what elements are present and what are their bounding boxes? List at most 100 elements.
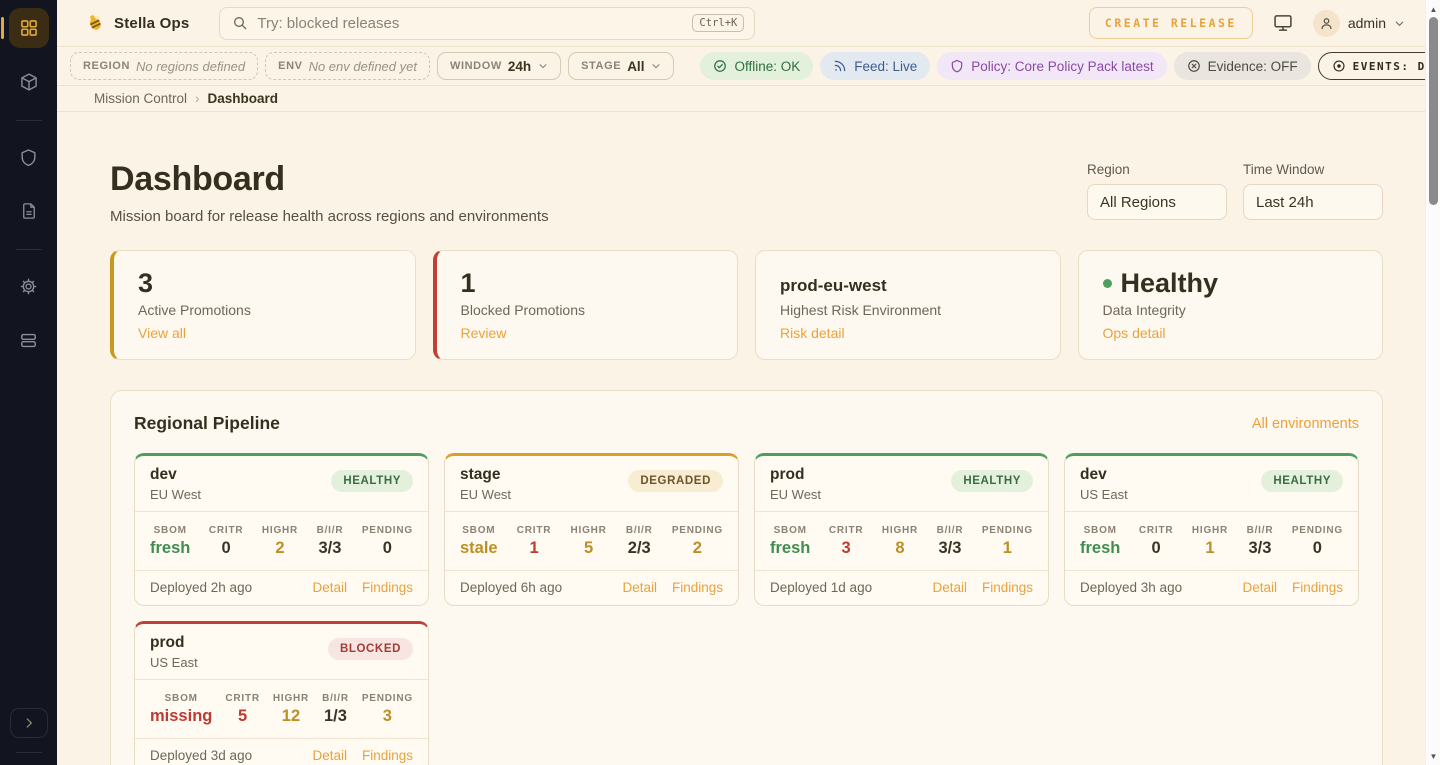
evidence-status-pill: Evidence: OFF xyxy=(1174,52,1311,80)
deployed-label: Deployed 1d ago xyxy=(770,580,872,595)
chip-label: STAGE xyxy=(581,60,621,72)
deployed-label: Deployed 2h ago xyxy=(150,580,252,595)
stat-value: 0 xyxy=(1292,539,1343,558)
stat-value: 2 xyxy=(672,539,723,558)
chip-label: WINDOW xyxy=(450,60,502,72)
chevron-down-icon xyxy=(538,61,548,71)
chip-value: No regions defined xyxy=(136,59,245,74)
stat-value: 3/3 xyxy=(937,539,964,558)
stat-pending: PENDING0 xyxy=(1292,525,1343,558)
user-menu[interactable]: admin xyxy=(1313,10,1405,37)
card-link-detail[interactable]: Detail xyxy=(622,580,657,595)
region-select-value: All Regions xyxy=(1100,194,1176,211)
shield-icon xyxy=(19,148,38,167)
sidebar-item-servers[interactable] xyxy=(9,320,49,360)
stat-value: 3 xyxy=(829,539,864,558)
stat-label: PENDING xyxy=(982,525,1033,536)
stat-label: HIGHR xyxy=(262,525,298,536)
chevron-down-icon xyxy=(651,61,661,71)
sidebar-item-dashboard[interactable] xyxy=(9,8,49,48)
chip-value: All xyxy=(627,59,644,74)
stat-sbom: SBOMfresh xyxy=(1080,525,1120,558)
breadcrumb-mission-control[interactable]: Mission Control xyxy=(94,91,187,106)
time-window-select[interactable]: Last 24h xyxy=(1243,184,1383,220)
scroll-down-arrow[interactable]: ▼ xyxy=(1426,749,1440,763)
green-status-dot xyxy=(1103,279,1112,288)
deployed-label: Deployed 6h ago xyxy=(460,580,562,595)
gear-icon xyxy=(19,277,38,296)
stat-critr: CRITR0 xyxy=(1139,525,1174,558)
stat-value: 2 xyxy=(262,539,298,558)
chip-value: 24h xyxy=(508,59,531,74)
sidebar-item-settings[interactable] xyxy=(9,266,49,306)
stat-highr: HIGHR1 xyxy=(1192,525,1228,558)
card-link-detail[interactable]: Detail xyxy=(312,580,347,595)
card-link-findings[interactable]: Findings xyxy=(1292,580,1343,595)
pipeline-card: prod US East BLOCKED SBOMmissingCRITR5HI… xyxy=(134,621,429,765)
env-name: stage xyxy=(460,466,511,484)
view-all-link[interactable]: View all xyxy=(138,325,186,341)
stat-label: SBOM xyxy=(150,525,190,536)
stat-label: SBOM xyxy=(460,525,498,536)
brand[interactable]: Stella Ops xyxy=(85,13,189,33)
card-link-detail[interactable]: Detail xyxy=(1242,580,1277,595)
sidebar-divider xyxy=(16,752,42,753)
region-select[interactable]: All Regions xyxy=(1087,184,1227,220)
sidebar-collapse-button[interactable] xyxy=(10,708,48,738)
rss-icon xyxy=(833,59,847,73)
card-link-findings[interactable]: Findings xyxy=(672,580,723,595)
scroll-up-arrow[interactable]: ▲ xyxy=(1426,2,1440,16)
stat-value: 12 xyxy=(273,707,309,726)
stat-label: B/I/R xyxy=(937,525,964,536)
context-bar: REGION No regions defined ENV No env def… xyxy=(57,47,1440,86)
scrollbar-thumb[interactable] xyxy=(1429,17,1438,205)
stat-bir: B/I/R 3/3 xyxy=(937,525,964,558)
vertical-scrollbar[interactable]: ▲ ▼ xyxy=(1425,0,1440,765)
stat-sbom: SBOMfresh xyxy=(150,525,190,558)
stat-label: SBOM xyxy=(150,693,212,704)
card-link-detail[interactable]: Detail xyxy=(932,580,967,595)
data-integrity-card: Healthy Data Integrity Ops detail xyxy=(1078,250,1384,360)
status-badge: HEALTHY xyxy=(331,470,413,492)
chip-label: REGION xyxy=(83,60,130,72)
region-filter-label: Region xyxy=(1087,162,1227,177)
create-release-button[interactable]: CREATE RELEASE xyxy=(1089,7,1253,39)
stat-value: 5 xyxy=(570,539,606,558)
card-link-findings[interactable]: Findings xyxy=(362,580,413,595)
stat-value: fresh xyxy=(1080,539,1120,558)
env-region: EU West xyxy=(150,487,201,502)
stat-label: HIGHR xyxy=(273,693,309,704)
sidebar-item-releases[interactable] xyxy=(9,62,49,102)
risk-detail-link[interactable]: Risk detail xyxy=(780,325,845,341)
display-icon[interactable] xyxy=(1273,13,1293,33)
chevron-down-icon xyxy=(1394,18,1405,29)
card-link-findings[interactable]: Findings xyxy=(362,748,413,763)
status-label: Evidence: OFF xyxy=(1208,59,1298,74)
stat-label: HIGHR xyxy=(882,525,918,536)
sidebar-item-documents[interactable] xyxy=(9,191,49,231)
pipeline-card: dev US East HEALTHY SBOMfreshCRITR0HIGHR… xyxy=(1064,453,1359,606)
active-indicator xyxy=(1,17,4,39)
card-label: Blocked Promotions xyxy=(461,302,714,318)
blocked-promotions-count: 1 xyxy=(461,268,714,299)
stat-critr: CRITR3 xyxy=(829,525,864,558)
search-input[interactable] xyxy=(257,15,683,32)
status-badge: BLOCKED xyxy=(328,638,413,660)
search-bar[interactable]: Ctrl+K xyxy=(219,7,755,40)
window-chip[interactable]: WINDOW 24h xyxy=(437,52,561,80)
review-link[interactable]: Review xyxy=(461,325,507,341)
sidebar-item-security[interactable] xyxy=(9,137,49,177)
all-environments-link[interactable]: All environments xyxy=(1252,416,1359,432)
stat-pending: PENDING2 xyxy=(672,525,723,558)
ops-detail-link[interactable]: Ops detail xyxy=(1103,325,1166,341)
stat-critr: CRITR0 xyxy=(209,525,244,558)
highest-risk-env: prod-eu-west xyxy=(780,268,1036,296)
policy-status-pill: Policy: Core Policy Pack latest xyxy=(937,52,1166,80)
card-link-detail[interactable]: Detail xyxy=(312,748,347,763)
deployed-label: Deployed 3h ago xyxy=(1080,580,1182,595)
main-area: Stella Ops Ctrl+K CREATE RELEASE xyxy=(57,0,1440,765)
stat-label: HIGHR xyxy=(1192,525,1228,536)
stage-chip[interactable]: STAGE All xyxy=(568,52,674,80)
card-link-findings[interactable]: Findings xyxy=(982,580,1033,595)
stat-pending: PENDING0 xyxy=(362,525,413,558)
